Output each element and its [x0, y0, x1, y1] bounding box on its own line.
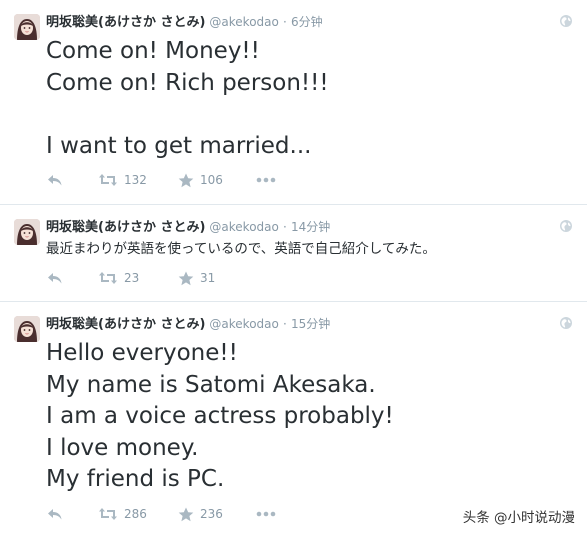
- retweet-button[interactable]: 132: [98, 173, 150, 187]
- globe-icon: [560, 15, 572, 27]
- star-icon: [178, 173, 194, 187]
- tweet-header: 明坂聡美(あけさか さとみ) @akekodao · 6分钟: [46, 12, 323, 32]
- avatar[interactable]: [14, 316, 40, 342]
- retweet-button[interactable]: 286: [98, 507, 150, 521]
- watermark-text: 头条 @小时说动漫: [462, 510, 575, 526]
- user-fullname[interactable]: 明坂聡美(あけさか さとみ): [46, 15, 205, 30]
- tweet-header: 明坂聡美(あけさか さとみ) @akekodao · 14分钟: [46, 217, 330, 237]
- favorite-button[interactable]: 31: [178, 271, 228, 286]
- tweet-text: Hello everyone!! My name is Satomi Akesa…: [46, 340, 394, 492]
- retweet-count: 23: [124, 271, 140, 285]
- tweet-timestamp[interactable]: 15分钟: [291, 317, 330, 331]
- retweet-count: 286: [124, 507, 147, 521]
- reply-icon: [48, 509, 62, 520]
- tweet-text: Come on! Money!! Come on! Rich person!!!…: [46, 38, 329, 159]
- tweet-timeline: 明坂聡美(あけさか さとみ) @akekodao · 6分钟 Come on! M…: [0, 0, 587, 537]
- favorite-count: 31: [200, 271, 216, 285]
- reply-button[interactable]: [46, 507, 68, 521]
- separator-dot: ·: [283, 15, 287, 29]
- tweet-actions: 286 236: [46, 504, 304, 524]
- more-button[interactable]: [256, 511, 276, 517]
- favorite-button[interactable]: 106: [178, 173, 228, 188]
- reply-button[interactable]: [46, 271, 68, 285]
- tweet-actions: 132 106: [46, 170, 304, 190]
- globe-icon: [560, 220, 572, 232]
- separator-dot: ·: [283, 220, 287, 234]
- avatar[interactable]: [14, 219, 40, 245]
- retweet-count: 132: [124, 173, 147, 187]
- reply-icon: [48, 273, 62, 284]
- tweet-text: 最近まわりが英語を使っているので、英語で自己紹介してみた。: [46, 241, 436, 257]
- user-handle[interactable]: @akekodao: [209, 15, 278, 29]
- retweet-icon: [99, 508, 117, 520]
- tweet-2[interactable]: 明坂聡美(あけさか さとみ) @akekodao · 14分钟 最近まわりが英語を…: [0, 205, 587, 302]
- user-handle[interactable]: @akekodao: [209, 220, 278, 234]
- tweet-1[interactable]: 明坂聡美(あけさか さとみ) @akekodao · 6分钟 Come on! M…: [0, 0, 587, 205]
- tweet-actions: 23 31: [46, 268, 256, 288]
- retweet-icon: [99, 174, 117, 186]
- reply-icon: [48, 175, 62, 186]
- tweet-timestamp[interactable]: 14分钟: [291, 220, 330, 234]
- tweet-header: 明坂聡美(あけさか さとみ) @akekodao · 15分钟: [46, 314, 330, 334]
- separator-dot: ·: [283, 317, 287, 331]
- favorite-count: 236: [200, 507, 223, 521]
- tweet-timestamp[interactable]: 6分钟: [291, 15, 323, 29]
- more-icon: [256, 177, 276, 183]
- star-icon: [178, 507, 194, 521]
- user-fullname[interactable]: 明坂聡美(あけさか さとみ): [46, 220, 205, 235]
- avatar[interactable]: [14, 14, 40, 40]
- favorite-count: 106: [200, 173, 223, 187]
- favorite-button[interactable]: 236: [178, 507, 228, 522]
- globe-icon: [560, 317, 572, 329]
- user-handle[interactable]: @akekodao: [209, 317, 278, 331]
- more-icon: [256, 511, 276, 517]
- more-button[interactable]: [256, 177, 276, 183]
- star-icon: [178, 271, 194, 285]
- tweet-3[interactable]: 明坂聡美(あけさか さとみ) @akekodao · 15分钟 Hello eve…: [0, 302, 587, 537]
- user-fullname[interactable]: 明坂聡美(あけさか さとみ): [46, 317, 205, 332]
- retweet-button[interactable]: 23: [98, 271, 150, 285]
- reply-button[interactable]: [46, 173, 68, 187]
- retweet-icon: [99, 272, 117, 284]
